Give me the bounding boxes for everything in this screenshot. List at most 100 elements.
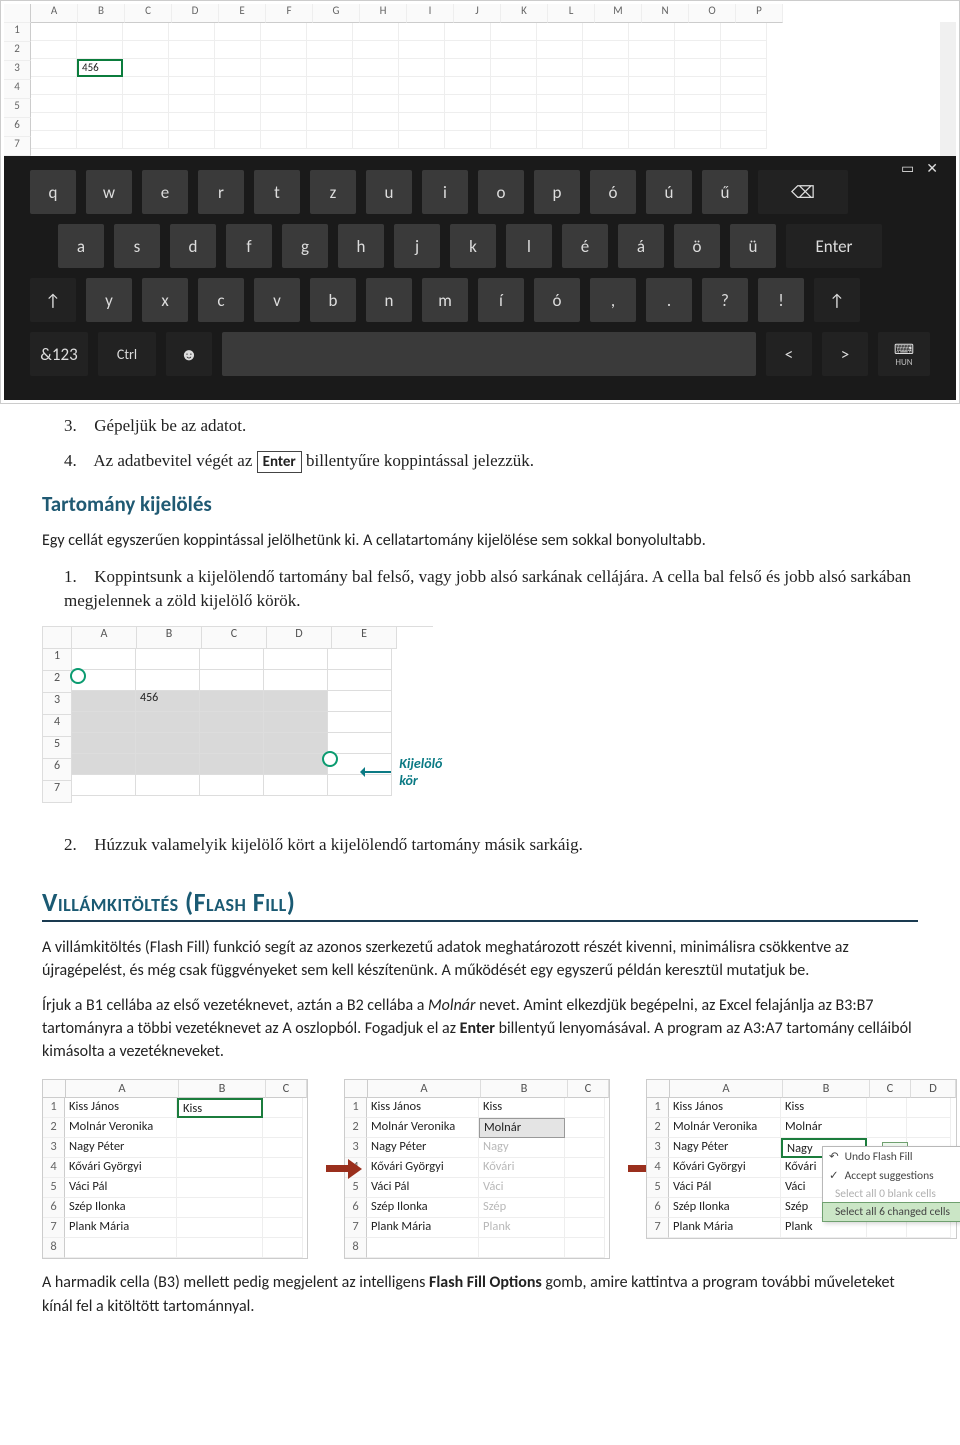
cell[interactable]	[169, 77, 215, 95]
kb-key-p[interactable]: p	[534, 170, 580, 214]
cell[interactable]	[136, 775, 200, 796]
col-header[interactable]: B	[137, 627, 202, 649]
kb-key-m[interactable]: m	[422, 278, 468, 322]
row-header[interactable]: 2	[43, 671, 72, 693]
cell[interactable]: Molnár Veronika	[367, 1118, 479, 1138]
cell[interactable]: Nagy Péter	[669, 1138, 781, 1158]
cell[interactable]	[72, 754, 136, 775]
cell[interactable]	[31, 77, 77, 95]
cell[interactable]	[307, 23, 353, 41]
row-header[interactable]: 5	[345, 1178, 367, 1198]
kb-key-a[interactable]: a	[58, 224, 104, 268]
selection-handle-top-left[interactable]	[70, 668, 86, 684]
cell[interactable]	[31, 131, 77, 149]
cell[interactable]	[72, 775, 136, 796]
cell[interactable]	[72, 691, 136, 712]
row-header[interactable]: 5	[4, 99, 31, 118]
cell[interactable]: Kővári Györgyi	[65, 1158, 177, 1178]
cell[interactable]	[261, 131, 307, 149]
cell[interactable]	[123, 77, 169, 95]
cell[interactable]	[77, 113, 123, 131]
row-header[interactable]: 4	[43, 715, 72, 737]
cell[interactable]	[721, 59, 767, 77]
col-header[interactable]: A	[670, 1080, 783, 1098]
col-header[interactable]: B	[78, 4, 125, 23]
kb-key-í[interactable]: í	[478, 278, 524, 322]
kb-key-n[interactable]: n	[366, 278, 412, 322]
cell[interactable]	[169, 23, 215, 41]
row-header[interactable]: 5	[43, 1178, 65, 1198]
row-header[interactable]: 5	[647, 1178, 669, 1198]
kb-key-ó[interactable]: ó	[534, 278, 580, 322]
cell[interactable]	[537, 59, 583, 77]
kb-key-é[interactable]: é	[562, 224, 608, 268]
col-header[interactable]: B	[179, 1080, 266, 1098]
cell[interactable]	[177, 1138, 263, 1158]
cell[interactable]	[721, 23, 767, 41]
cell[interactable]	[565, 1138, 605, 1158]
cell[interactable]	[215, 95, 261, 113]
cell[interactable]: Plank Mária	[65, 1218, 177, 1238]
row-header[interactable]: 6	[43, 759, 72, 781]
cell[interactable]	[629, 95, 675, 113]
cell[interactable]	[328, 712, 392, 733]
cell[interactable]	[328, 691, 392, 712]
col-header[interactable]: K	[501, 4, 548, 23]
cell[interactable]	[328, 649, 392, 670]
cell[interactable]	[31, 59, 77, 77]
cell[interactable]: Kővári	[479, 1158, 565, 1178]
cell[interactable]	[263, 1158, 303, 1178]
cell[interactable]	[123, 113, 169, 131]
cell[interactable]	[264, 775, 328, 796]
cell[interactable]	[491, 59, 537, 77]
row-header[interactable]: 6	[43, 1198, 65, 1218]
kb-key-ü[interactable]: ü	[730, 224, 776, 268]
kb-key-q[interactable]: q	[30, 170, 76, 214]
cell[interactable]	[353, 131, 399, 149]
cell[interactable]	[721, 95, 767, 113]
cell[interactable]	[491, 95, 537, 113]
row-header[interactable]: 2	[4, 42, 31, 61]
cell[interactable]	[123, 59, 169, 77]
col-header[interactable]: F	[266, 4, 313, 23]
cell[interactable]	[264, 754, 328, 775]
cell[interactable]: Kiss János	[65, 1098, 177, 1118]
cell[interactable]	[583, 95, 629, 113]
row-header[interactable]: 1	[647, 1098, 669, 1118]
row-header[interactable]: 4	[647, 1158, 669, 1178]
kb-emoji-key[interactable]: ☻	[166, 332, 212, 376]
cell[interactable]	[215, 113, 261, 131]
cell[interactable]	[72, 712, 136, 733]
col-header[interactable]: O	[689, 4, 736, 23]
cell[interactable]	[867, 1118, 907, 1138]
col-header[interactable]: A	[66, 1080, 179, 1098]
cell[interactable]	[200, 712, 264, 733]
kb-key-y[interactable]: y	[86, 278, 132, 322]
col-header[interactable]: A	[72, 627, 137, 649]
cell[interactable]	[629, 41, 675, 59]
cell[interactable]	[629, 131, 675, 149]
cell[interactable]	[215, 23, 261, 41]
cell[interactable]	[675, 131, 721, 149]
cell[interactable]	[307, 41, 353, 59]
cell[interactable]	[353, 23, 399, 41]
cell[interactable]	[123, 41, 169, 59]
kb-close-icon[interactable]: ✕	[926, 160, 938, 177]
kb-shift-right-key[interactable]: ↑	[814, 278, 860, 322]
cell[interactable]: Kiss	[781, 1098, 867, 1118]
cell[interactable]	[215, 41, 261, 59]
cell[interactable]: Kővári Györgyi	[367, 1158, 479, 1178]
col-header[interactable]: D	[172, 4, 219, 23]
kb-key-w[interactable]: w	[86, 170, 132, 214]
cell[interactable]	[169, 59, 215, 77]
kb-key-ű[interactable]: ű	[702, 170, 748, 214]
cell[interactable]	[399, 59, 445, 77]
cell[interactable]	[537, 41, 583, 59]
cell[interactable]	[136, 670, 200, 691]
cell[interactable]	[629, 59, 675, 77]
cell[interactable]	[261, 113, 307, 131]
col-header[interactable]: C	[125, 4, 172, 23]
cell[interactable]	[177, 1198, 263, 1218]
cell[interactable]	[307, 113, 353, 131]
cell[interactable]	[261, 41, 307, 59]
